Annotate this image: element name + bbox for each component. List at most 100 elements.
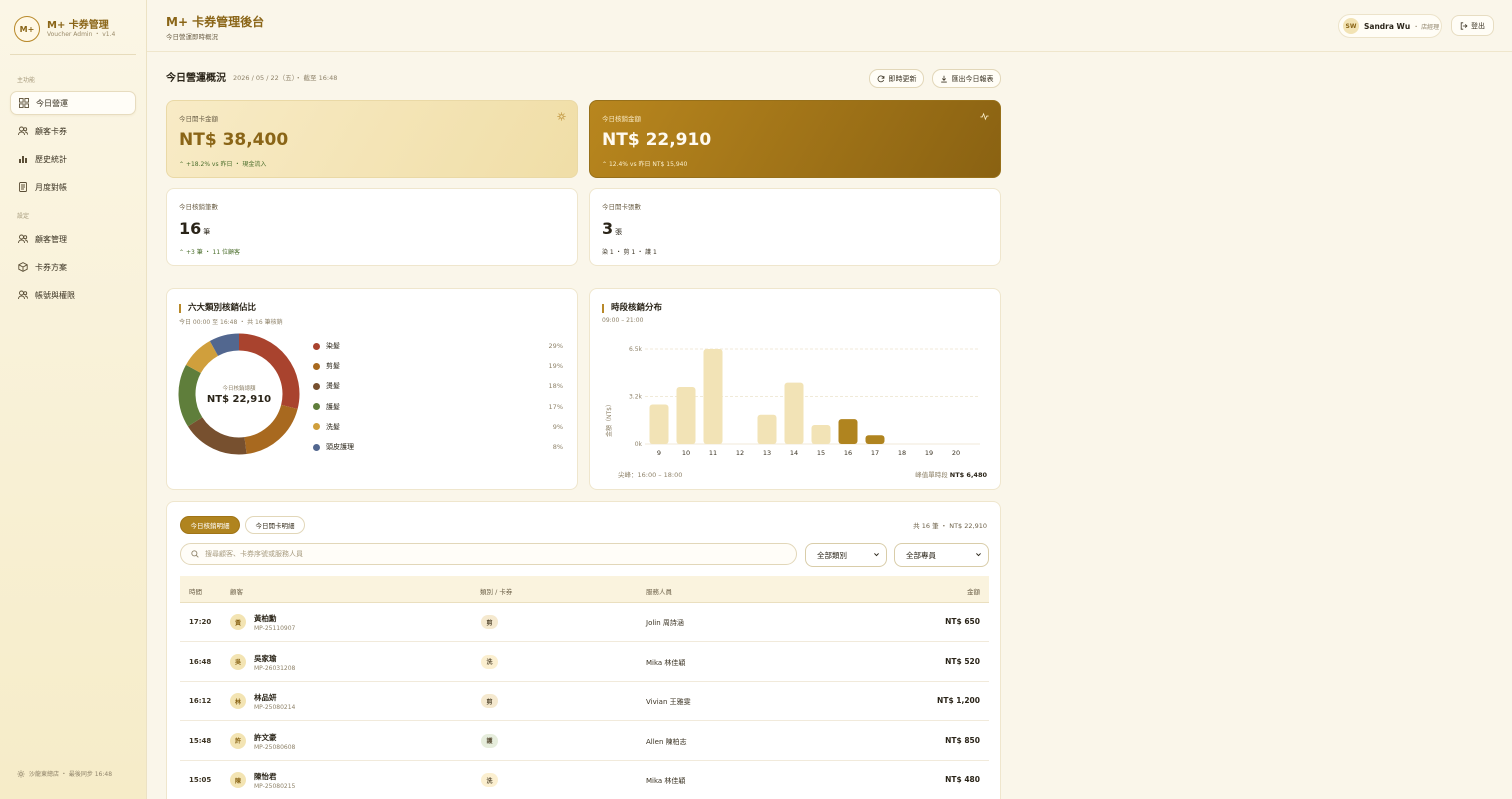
table-row[interactable]: 15:05 陳陳怡君 MP-25080215 洗 Mika 林佳穎 NT$ 480 [180,761,989,799]
overview-title: 今日營運概況 [166,73,226,84]
brand-subtitle: Voucher Admin ・ v1.4 [47,30,116,38]
kpi-value: NT$ 22,910 [602,130,712,150]
sidebar-item-label: 卡券方案 [35,262,67,272]
sidebar-item-history[interactable]: 歷史統計 [10,147,136,171]
legend-dot [313,342,320,350]
dashboard-icon [19,98,29,108]
kpi-value: 16 筆 [179,219,210,238]
table-row[interactable]: 16:48 吳吳家瑜 MP-26031208 洗 Mika 林佳穎 NT$ 520 [180,643,989,682]
legend-item: 護髮 17% [313,401,563,413]
legend-dot [313,443,320,451]
sidebar-item-label: 月度對帳 [35,182,67,192]
table-row[interactable]: 16:12 林林品妍 MP-25080214 剪 Vivian 王雅雯 NT$ 1,200 [180,682,989,721]
package-icon [18,262,28,272]
sidebar-divider [10,54,136,55]
kpi-number: 16 [179,219,202,238]
staff-filter-value: 全部專員 [906,550,936,560]
row-time: 15:05 [189,776,212,784]
legend-percent: 18% [548,382,563,391]
refresh-button[interactable]: 即時更新 [869,69,924,88]
hourly-distribution-panel: 時段核銷分布 09:00 – 21:00 0k 3.2k 6.5k 金額（NT$） 9 1… [589,288,1001,490]
col-amount[interactable]: 金額 [967,586,980,596]
kpi-trend-text: +18.2% vs 昨日 ・ 現金流入 [185,161,267,168]
legend-percent: 9% [552,422,563,431]
category-badge: 洗 [481,654,498,669]
donut-slice-3[interactable] [178,364,203,427]
row-time: 17:20 [189,618,212,626]
legend-label: 燙髮 [326,382,340,391]
kpi-number: 3 [602,219,614,238]
x-tick-label: 19 [925,449,933,457]
donut-slice-4[interactable] [185,340,219,374]
sidebar-item-accounts[interactable]: 帳號與權限 [10,283,136,307]
staff-name: Jolin 周詩涵 [646,619,684,627]
col-time[interactable]: 時間 [189,586,202,596]
trend-up-icon: ⌃ [602,161,609,168]
peak-label: 尖峰：16:00 – 18:00 [618,471,683,479]
table-summary: 共 16 筆 ・ NT$ 22,910 [913,522,987,530]
sidebar-section-settings: 設定 [17,213,30,220]
tab-redeem-detail[interactable]: 今日核銷明細 [180,516,240,534]
bar-15[interactable] [811,425,831,444]
sidebar-item-today[interactable]: 今日營運 [10,91,136,115]
staff-name: Vivian 王雅雯 [646,698,691,706]
legend-dot [313,423,320,431]
kpi-redeem-count-card: 今日核銷筆數 16 筆 ⌃ +3 筆 ・ 11 位顧客 [166,188,578,266]
avatar: SW [1343,18,1359,34]
overview-date: 2026 / 05 / 22（五）・ 截至 16:48 [233,74,338,82]
kpi-trend: ⌃ 12.4% vs 昨日 NT$ 15,940 [602,159,687,168]
export-report-button[interactable]: 匯出今日報表 [932,69,1001,88]
bar-10[interactable] [676,387,696,444]
col-customer[interactable]: 顧客 [230,586,243,596]
user-role: ・ 店經理 [1413,23,1440,31]
amount: NT$ 480 [945,775,980,784]
sparkle-icon [557,112,566,121]
table-row[interactable]: 15:48 許許文豪 MP-25080608 護 Allen 陳柏志 NT$ 850 [180,722,989,761]
refresh-label: 即時更新 [888,74,917,83]
chevron-down-icon [874,553,879,557]
legend-item: 染髮 29% [313,340,563,352]
category-badge: 剪 [481,694,498,708]
voucher-id: MP-26031208 [254,664,296,672]
search-box[interactable] [180,543,797,565]
col-category[interactable]: 類別 / 卡券 [480,586,512,596]
sidebar: M+ M+ 卡券管理 Voucher Admin ・ v1.4 主功能 今日營運… [0,0,147,799]
col-staff[interactable]: 服務人員 [646,586,672,596]
table-header: 時間 顧客 類別 / 卡券 服務人員 金額 [180,576,989,603]
staff-filter-select[interactable]: 全部專員 [894,543,989,567]
bar-14[interactable] [784,382,804,444]
donut-slice-5[interactable] [209,333,240,357]
legend-percent: 17% [548,402,563,411]
panel-subtitle: 09:00 – 21:00 [602,317,644,324]
category-filter-select[interactable]: 全部類別 [805,543,887,567]
category-filter-value: 全部類別 [817,550,847,560]
kpi-label: 今日核銷筆數 [179,203,218,211]
sidebar-item-voucher-plans[interactable]: 卡券方案 [10,255,136,279]
search-input[interactable] [205,550,785,558]
staff-name: Mika 林佳穎 [646,777,686,785]
sidebar-item-monthly[interactable]: 月度對帳 [10,175,136,199]
bar-13[interactable] [757,414,777,444]
logout-button[interactable]: 登出 [1451,15,1494,36]
brand-logo[interactable]: M+ M+ 卡券管理 Voucher Admin ・ v1.4 [14,16,115,42]
tab-open-detail[interactable]: 今日開卡明細 [245,516,305,534]
sidebar-item-label: 顧客管理 [35,234,67,244]
user-chip[interactable]: SW Sandra Wu ・ 店經理 [1338,14,1442,38]
chart-icon [18,154,28,164]
bar-16[interactable] [838,419,858,444]
page-title: M+ 卡券管理後台 [166,15,265,29]
donut-slice-2[interactable] [187,416,247,455]
transactions-panel: 今日核銷明細 今日開卡明細 共 16 筆 ・ NT$ 22,910 全部類別 全… [166,501,1001,799]
bar-11[interactable] [703,349,723,444]
kpi-open-count-card: 今日開卡張數 3張 染 1 ・ 剪 1 ・ 護 1 [589,188,1001,266]
bar-17[interactable] [865,435,885,444]
row-time: 16:12 [189,697,212,705]
hourly-bar-chart: 0k 3.2k 6.5k 金額（NT$） 9 10 11 12 13 14 15 16 17 18 19 20 [605,346,980,457]
bar-9[interactable] [649,404,669,444]
sidebar-item-customers[interactable]: 顧客管理 [10,227,136,251]
table-row[interactable]: 17:20 黃黃柏勳 MP-25110907 剪 Jolin 周詩涵 NT$ 650 [180,603,989,642]
donut-slice-1[interactable] [244,404,298,455]
sidebar-item-customer-vouchers[interactable]: 顧客卡券 [10,119,136,143]
sidebar-footer-text: 沙龍東總店 ・ 最後同步 16:48 [29,771,113,778]
refresh-icon [877,75,884,82]
